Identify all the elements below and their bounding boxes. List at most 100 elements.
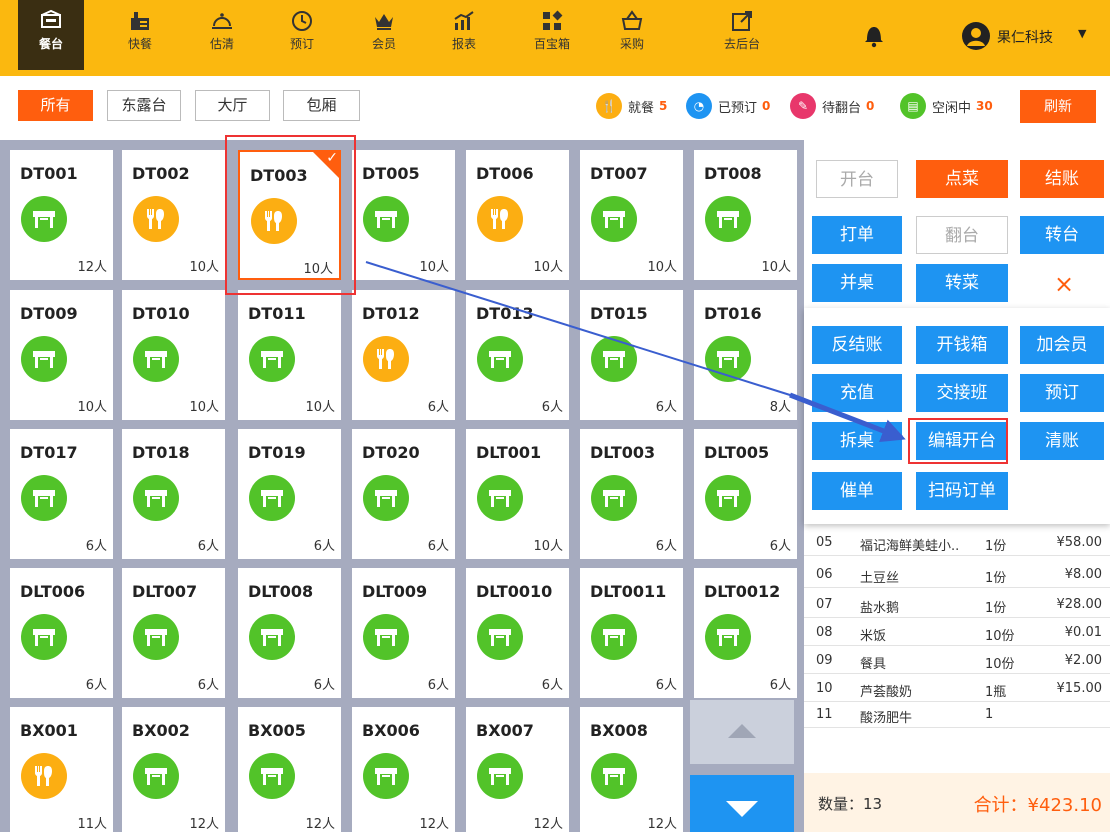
table-card[interactable]: DT017 6人 <box>10 429 113 559</box>
table-card[interactable]: DLT003 6人 <box>580 429 683 559</box>
table-card[interactable]: DLT001 10人 <box>466 429 569 559</box>
table-seats: 6人 <box>655 678 677 693</box>
table-card[interactable]: DT013 6人 <box>466 290 569 420</box>
table-seats: 6人 <box>85 539 107 554</box>
recharge-button[interactable]: 充值 <box>812 374 902 412</box>
table-card[interactable]: BX007 12人 <box>466 707 569 832</box>
table-card[interactable]: BX001 11人 <box>10 707 113 832</box>
table-card[interactable]: DLT008 6人 <box>238 568 341 698</box>
nav-item-toolbox[interactable]: 百宝箱 <box>512 0 592 70</box>
nav-item-soldout[interactable]: 估清 <box>182 0 262 70</box>
order-dish-button[interactable]: 点菜 <box>916 160 1008 198</box>
avatar[interactable] <box>962 22 990 50</box>
add-member-button[interactable]: 加会员 <box>1020 326 1104 364</box>
table-status-icon <box>133 753 179 799</box>
transfer-dish-button[interactable]: 转菜 <box>916 264 1008 302</box>
table-card[interactable]: DT019 6人 <box>238 429 341 559</box>
grid-icon <box>543 10 563 30</box>
table-card[interactable]: DT008 10人 <box>694 150 797 280</box>
order-row[interactable]: 06 土豆丝 1份 ¥8.00 <box>804 562 1110 588</box>
merge-table-button[interactable]: 并桌 <box>812 264 902 302</box>
order-row[interactable]: 07 盐水鹅 1份 ¥28.00 <box>804 592 1110 618</box>
table-card[interactable]: DLT0010 6人 <box>466 568 569 698</box>
close-icon[interactable]: × <box>1018 264 1110 304</box>
order-item-price: ¥0.01 <box>1064 625 1102 640</box>
filter-all[interactable]: 所有 <box>18 90 93 121</box>
filter-private-room[interactable]: 包厢 <box>283 90 360 121</box>
table-status-icon <box>363 614 409 660</box>
order-item-name: 盐水鹅 <box>860 601 900 616</box>
table-card[interactable]: DT001 12人 <box>10 150 113 280</box>
table-card[interactable]: DT020 6人 <box>352 429 455 559</box>
table-card[interactable]: DLT009 6人 <box>352 568 455 698</box>
nav-item-report[interactable]: 报表 <box>424 0 504 70</box>
reserve-button[interactable]: 预订 <box>1020 374 1104 412</box>
chevron-down-icon[interactable]: ▼ <box>1078 27 1086 40</box>
open-table-button[interactable]: 开台 <box>816 160 898 198</box>
clock-icon <box>292 11 312 31</box>
order-row[interactable]: 11 酸汤肥牛 1 <box>804 702 1110 728</box>
table-card[interactable]: BX002 12人 <box>122 707 225 832</box>
nav-item-reserve[interactable]: 预订 <box>262 0 342 70</box>
table-status-icon <box>477 336 523 382</box>
order-row[interactable]: 10 芦荟酸奶 1瓶 ¥15.00 <box>804 676 1110 702</box>
table-card[interactable]: BX008 12人 <box>580 707 683 832</box>
refresh-button[interactable]: 刷新 <box>1020 90 1096 123</box>
split-table-button[interactable]: 拆桌 <box>812 422 902 460</box>
nav-item-member[interactable]: 会员 <box>344 0 424 70</box>
open-cashbox-button[interactable]: 开钱箱 <box>916 326 1008 364</box>
triangle-up-icon <box>728 724 756 738</box>
table-icon <box>145 768 167 785</box>
urge-order-button[interactable]: 催单 <box>812 472 902 510</box>
table-card[interactable]: DT006 10人 <box>466 150 569 280</box>
table-seats: 6人 <box>769 539 791 554</box>
checkout-button[interactable]: 结账 <box>1020 160 1104 198</box>
table-card[interactable]: DT002 10人 <box>122 150 225 280</box>
shift-handover-button[interactable]: 交接班 <box>916 374 1008 412</box>
table-card[interactable]: DLT0011 6人 <box>580 568 683 698</box>
table-card[interactable]: BX006 12人 <box>352 707 455 832</box>
table-card[interactable]: DT007 10人 <box>580 150 683 280</box>
order-row[interactable]: 05 福记海鲜美蛙小.. 1份 ¥58.00 <box>804 530 1110 556</box>
table-card[interactable]: DT011 10人 <box>238 290 341 420</box>
table-card[interactable]: DT018 6人 <box>122 429 225 559</box>
qr-order-button[interactable]: 扫码订单 <box>916 472 1008 510</box>
reverse-checkout-button[interactable]: 反结账 <box>812 326 902 364</box>
table-icon <box>603 351 625 368</box>
print-order-button[interactable]: 打单 <box>812 216 902 254</box>
transfer-table-button[interactable]: 转台 <box>1020 216 1104 254</box>
filter-hall[interactable]: 大厅 <box>195 90 270 121</box>
clear-account-button[interactable]: 清账 <box>1020 422 1104 460</box>
bell-icon[interactable] <box>862 22 886 48</box>
amount-total: 合计：¥423.10 <box>973 795 1102 816</box>
table-icon <box>717 629 739 646</box>
nav-item-tables[interactable]: 餐台 <box>18 0 84 70</box>
table-card[interactable]: BX005 12人 <box>238 707 341 832</box>
nav-item-backend[interactable]: 去后台 <box>702 0 782 70</box>
user-name[interactable]: 果仁科技 <box>997 27 1053 47</box>
grid-scroll-up-button[interactable] <box>690 700 794 764</box>
table-status-icon <box>363 336 409 382</box>
table-card[interactable]: DT012 6人 <box>352 290 455 420</box>
table-card[interactable]: DT015 6人 <box>580 290 683 420</box>
table-card[interactable]: DLT007 6人 <box>122 568 225 698</box>
turn-table-button[interactable]: 翻台 <box>916 216 1008 254</box>
order-item-name: 酸汤肥牛 <box>860 711 913 726</box>
table-card[interactable]: DT005 10人 <box>352 150 455 280</box>
grid-scroll-down-button[interactable] <box>690 775 794 832</box>
table-card[interactable]: DT016 8人 <box>694 290 797 420</box>
table-card[interactable]: DT009 10人 <box>10 290 113 420</box>
order-row[interactable]: 08 米饭 10份 ¥0.01 <box>804 620 1110 646</box>
table-card[interactable]: DLT006 6人 <box>10 568 113 698</box>
table-code: DT020 <box>362 443 420 462</box>
quantity-total: 数量：13 <box>818 795 883 813</box>
nav-item-purchase[interactable]: 采购 <box>592 0 672 70</box>
table-card[interactable]: DLT005 6人 <box>694 429 797 559</box>
table-seats: 12人 <box>189 817 219 832</box>
filter-east-terrace[interactable]: 东露台 <box>107 90 181 121</box>
order-item-price: ¥8.00 <box>1064 567 1102 582</box>
table-card[interactable]: DLT0012 6人 <box>694 568 797 698</box>
nav-item-fastfood[interactable]: 快餐 <box>100 0 180 70</box>
order-row[interactable]: 09 餐具 10份 ¥2.00 <box>804 648 1110 674</box>
table-card[interactable]: DT010 10人 <box>122 290 225 420</box>
